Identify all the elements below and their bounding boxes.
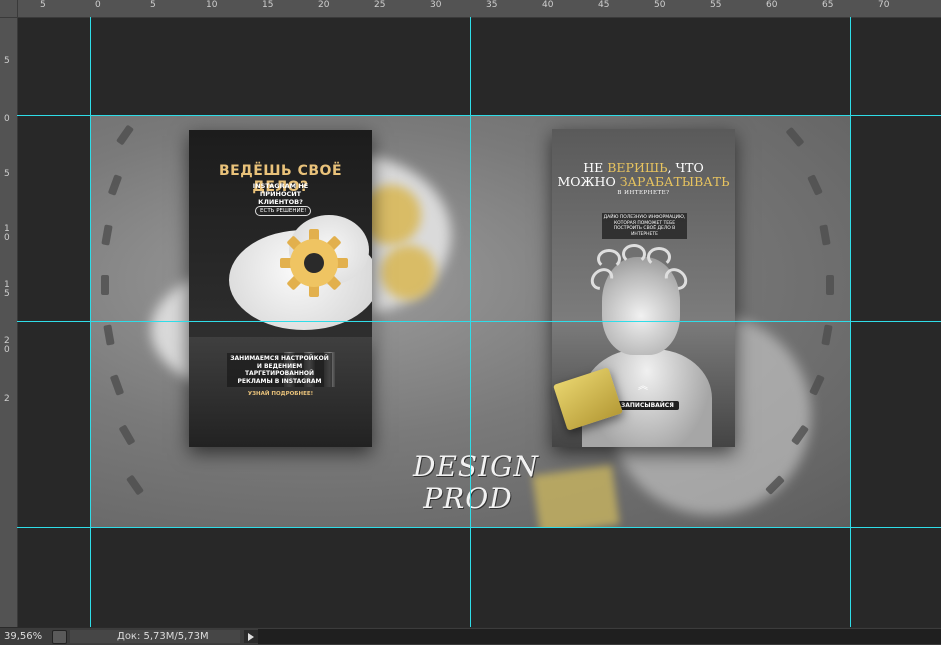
chevron-up-icon: ︽ — [638, 381, 648, 392]
ruler-label: 15 — [262, 0, 274, 10]
guide-vertical[interactable] — [470, 17, 471, 627]
ruler-label: 55 — [710, 0, 722, 10]
background-bag — [532, 464, 620, 528]
status-bar: 39,56% Док: 5,73M/5,73M — [0, 627, 941, 645]
title-text-gold: ЗАРАБАТЫВАТЬ — [619, 174, 730, 189]
card-title: НЕ ВЕРИШЬ, ЧТО МОЖНО ЗАРАБАТЫВАТЬ — [552, 161, 735, 189]
ruler-label: 35 — [486, 0, 498, 10]
title-text-gold: ВЕРИШЬ — [607, 160, 668, 175]
zoom-level[interactable]: 39,56% — [4, 631, 42, 642]
ruler-label: 5 — [4, 56, 10, 66]
ruler-label: 60 — [766, 0, 778, 10]
logo-text: DESIGN PROD — [413, 450, 539, 515]
ruler-label: 0 — [95, 0, 101, 10]
stitch-mark — [819, 224, 831, 246]
stitch-mark — [118, 424, 136, 446]
title-text: НЕ — [583, 160, 608, 175]
card-pill: ЕСТЬ РЕШЕНИЕ! — [255, 206, 312, 216]
card-cta: УЗНАЙ ПОДРОБНЕЕ! — [247, 391, 314, 397]
export-icon[interactable] — [52, 630, 67, 644]
play-arrow-icon[interactable] — [244, 630, 258, 643]
card-subtitle: INSTAGRAM НЕ ПРИНОСИТ КЛИЕНТОВ? — [252, 182, 309, 206]
ad-card-business[interactable]: ВЕДЁШЬ СВОЁ ДЕЛО? INSTAGRAM НЕ ПРИНОСИТ … — [189, 130, 372, 447]
ruler-label: 30 — [430, 0, 442, 10]
stitch-mark — [809, 374, 825, 396]
ruler-label: 25 — [374, 0, 386, 10]
stitch-mark — [115, 124, 135, 146]
ruler-label: 1 5 — [4, 280, 10, 299]
ruler-label: 0 — [4, 114, 10, 124]
stitch-mark — [101, 224, 113, 246]
guide-horizontal[interactable] — [17, 527, 941, 528]
card-subtitle: В ИНТЕРНЕТЕ? — [617, 190, 670, 196]
stitch-mark — [821, 324, 833, 346]
gear-icon — [280, 229, 348, 297]
ruler-label: 20 — [318, 0, 330, 10]
ruler-label: 50 — [654, 0, 666, 10]
stitch-mark — [125, 474, 145, 496]
stitch-mark — [101, 275, 109, 295]
guide-vertical[interactable] — [850, 17, 851, 627]
ruler-label: 45 — [598, 0, 610, 10]
ruler-label: 5 — [150, 0, 156, 10]
title-text: , ЧТО — [667, 160, 704, 175]
ruler-label: 5 — [4, 169, 10, 179]
ruler-corner[interactable] — [0, 0, 18, 18]
logo-line: PROD — [423, 482, 513, 515]
card-body-text: ЗАНИМАЕМСЯ НАСТРОЙКОЙ И ВЕДЕНИЕМ ТАРГЕТИ… — [227, 353, 332, 387]
doc-info-field[interactable]: Док: 5,73M/5,73M — [70, 630, 240, 643]
snake-shape — [622, 244, 646, 264]
ruler-label: 2 0 — [4, 336, 10, 355]
stitch-mark — [109, 374, 125, 396]
ruler-label: 70 — [878, 0, 890, 10]
guide-horizontal[interactable] — [17, 115, 941, 116]
card-cta: ЗАПИСЫВАЙСЯ — [616, 401, 679, 410]
logo-line: DESIGN — [413, 450, 539, 483]
ruler-label: 2 — [4, 394, 10, 404]
guide-horizontal[interactable] — [17, 321, 941, 322]
stitch-mark — [826, 275, 834, 295]
ruler-label: 40 — [542, 0, 554, 10]
background-gear — [381, 245, 436, 300]
ruler-label: 10 — [206, 0, 218, 10]
card-info-box: ДАЙЮ ПОЛЕЗНУЮ ИНФОРМАЦИЮ, КОТОРАЯ ПОМОЖЕ… — [602, 213, 687, 239]
guide-vertical[interactable] — [90, 17, 91, 627]
title-text: МОЖНО — [557, 174, 620, 189]
snake-shape — [647, 247, 671, 267]
status-bar-empty — [258, 629, 941, 644]
stitch-mark — [785, 126, 805, 148]
ruler-label: 1 0 — [4, 224, 10, 243]
ruler-horizontal[interactable]: 5 0 5 10 15 20 25 30 35 40 45 50 55 60 6… — [0, 0, 941, 18]
stitch-mark — [807, 174, 823, 196]
ruler-vertical[interactable]: 0 5 0 5 1 0 1 5 2 0 2 — [0, 1, 18, 627]
ruler-label: 5 — [40, 0, 46, 10]
snake-shape — [597, 249, 621, 269]
stitch-mark — [107, 174, 123, 196]
doc-info-text: Док: 5,73M/5,73M — [117, 631, 209, 642]
ruler-label: 65 — [822, 0, 834, 10]
stitch-mark — [103, 324, 115, 346]
